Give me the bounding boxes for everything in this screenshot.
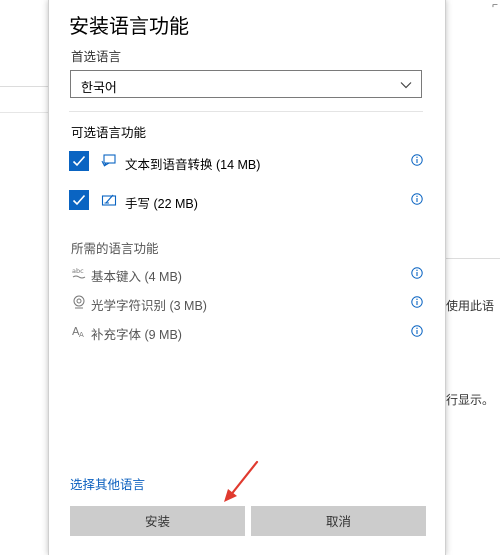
optional-feature-text-to-speech: 文本到语音转换 (14 MB)	[69, 149, 425, 175]
install-button[interactable]: 安装	[70, 506, 245, 536]
language-select[interactable]: 한국어	[70, 70, 422, 98]
feature-label: 手写 (22 MB)	[125, 197, 198, 211]
required-feature-ocr: 光学字符识别 (3 MB)	[69, 291, 425, 315]
feature-label: 文本到语音转换 (14 MB)	[125, 158, 261, 172]
background-text: 行显示。	[446, 393, 495, 407]
handwriting-checkbox[interactable]	[69, 190, 89, 210]
info-icon[interactable]	[411, 154, 423, 166]
preferred-language-label: 首选语言	[71, 50, 122, 64]
section-divider	[69, 111, 423, 112]
info-icon[interactable]	[411, 267, 423, 279]
info-icon[interactable]	[411, 193, 423, 205]
checkmark-icon	[72, 194, 86, 206]
annotation-arrow-icon	[224, 460, 259, 502]
info-icon[interactable]	[411, 296, 423, 308]
feature-label: 光学字符识别 (3 MB)	[91, 299, 207, 313]
language-select-value: 한국어	[81, 80, 117, 95]
basic-typing-icon: abc	[72, 267, 86, 279]
feature-label: 补充字体 (9 MB)	[91, 328, 182, 342]
ocr-icon	[73, 295, 85, 309]
background-text: 使用此语	[446, 299, 495, 313]
background-divider	[0, 86, 48, 87]
background-corner-mark: ⌐	[492, 0, 498, 11]
optional-feature-handwriting: 手写 (22 MB)	[69, 188, 425, 214]
handwriting-icon	[101, 194, 117, 206]
svg-text:abc: abc	[72, 267, 84, 275]
background-divider	[0, 112, 48, 113]
required-feature-basic-typing: abc 基本键入 (4 MB)	[69, 262, 425, 286]
speech-icon	[101, 154, 116, 167]
dialog-title: 安装语言功能	[69, 16, 189, 38]
cancel-button[interactable]: 取消	[251, 506, 426, 536]
text-to-speech-checkbox[interactable]	[69, 151, 89, 171]
required-features-heading: 所需的语言功能	[71, 242, 159, 256]
info-icon[interactable]	[411, 325, 423, 337]
font-icon: A A	[72, 325, 84, 339]
chevron-down-icon	[400, 82, 412, 89]
install-language-features-dialog: 安装语言功能 首选语言 한국어 可选语言功能 文本到语音转换 (14 MB) 手…	[48, 0, 446, 555]
feature-label: 基本键入 (4 MB)	[91, 270, 182, 284]
svg-text:A: A	[79, 331, 84, 339]
required-feature-fonts: A A 补充字体 (9 MB)	[69, 320, 425, 344]
choose-other-language-link[interactable]: 选择其他语言	[70, 474, 145, 493]
checkmark-icon	[72, 155, 86, 167]
optional-features-heading: 可选语言功能	[71, 126, 147, 140]
